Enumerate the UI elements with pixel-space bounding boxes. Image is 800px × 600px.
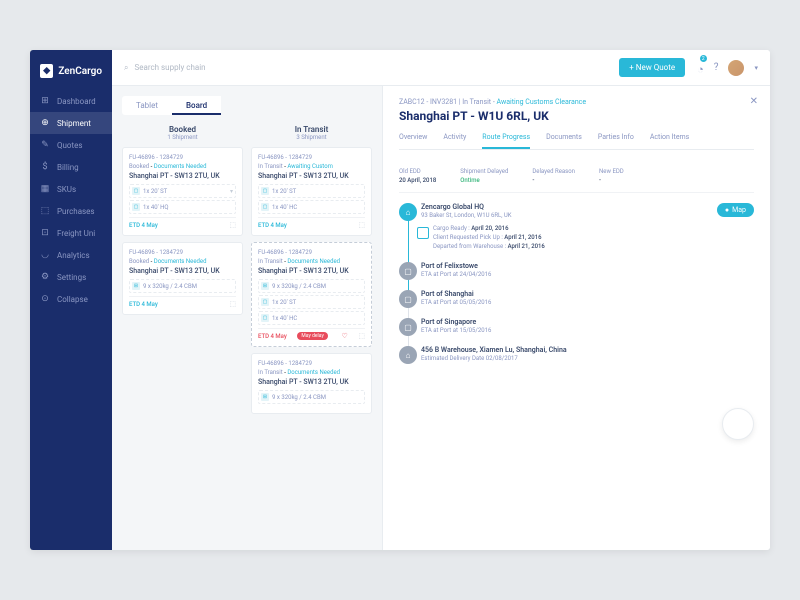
shipment-card[interactable]: FU-46896 - 1284729 In Transit - Document… bbox=[251, 353, 372, 414]
view-tabs: Tablet Board bbox=[122, 96, 221, 115]
lock-icon: ⬚ bbox=[358, 221, 365, 229]
skus-icon: ▦ bbox=[40, 184, 50, 194]
main: ⌕ Search supply chain + New Quote ◔ 2 ? … bbox=[112, 50, 770, 550]
dtab-overview[interactable]: Overview bbox=[399, 133, 427, 149]
help-icon[interactable]: ? bbox=[714, 62, 719, 73]
freight-icon: ⊡ bbox=[40, 228, 50, 238]
shipment-card[interactable]: FU-46896 - 1284729 Booked - Documents Ne… bbox=[122, 242, 243, 315]
close-icon[interactable]: ✕ bbox=[750, 96, 758, 107]
dtab-route[interactable]: Route Progress bbox=[482, 133, 530, 149]
timeline-item: ⌂ Zencargo Global HQ 93 Baker St, London… bbox=[421, 203, 754, 250]
tab-board[interactable]: Board bbox=[172, 96, 221, 115]
search-input[interactable]: ⌕ Search supply chain bbox=[124, 63, 619, 73]
container-icon: ▢ bbox=[261, 203, 269, 211]
delay-pill: May delay bbox=[297, 332, 327, 340]
lock-icon: ⬚ bbox=[229, 300, 236, 308]
timeline: ⌂ Zencargo Global HQ 93 Baker St, London… bbox=[399, 203, 754, 362]
timeline-wrap: ●Map ⌂ Zencargo Global HQ 93 Baker St, L… bbox=[399, 203, 754, 362]
box-icon: ⊞ bbox=[132, 282, 140, 290]
bell-icon: ◔ bbox=[697, 63, 704, 76]
analytics-icon: ◡ bbox=[40, 250, 50, 260]
nav-analytics[interactable]: ◡Analytics bbox=[30, 244, 112, 266]
container-icon: ▢ bbox=[261, 298, 269, 306]
dtab-activity[interactable]: Activity bbox=[443, 133, 466, 149]
collapse-icon: ⊙ bbox=[40, 294, 50, 304]
logo-icon: ◆ bbox=[40, 64, 53, 78]
column-booked: Booked 1 Shipment FU-46896 - 1284729 Boo… bbox=[122, 125, 243, 420]
avatar[interactable] bbox=[728, 60, 744, 76]
quotes-icon: ✎ bbox=[40, 140, 50, 150]
dashboard-icon: ⊞ bbox=[40, 96, 50, 106]
dtab-parties[interactable]: Parties Info bbox=[598, 133, 634, 149]
nav-dashboard[interactable]: ⊞Dashboard bbox=[30, 90, 112, 112]
topbar-actions: ◔ 2 ? ▾ bbox=[697, 58, 758, 77]
port-icon: ▢ bbox=[399, 290, 417, 308]
chevron-down-icon[interactable]: ▾ bbox=[754, 64, 758, 72]
notifications-button[interactable]: ◔ 2 bbox=[697, 58, 704, 77]
billing-icon: $ bbox=[40, 162, 50, 172]
search-icon: ⌕ bbox=[124, 63, 128, 73]
topbar: ⌕ Search supply chain + New Quote ◔ 2 ? … bbox=[112, 50, 770, 86]
brand-name: ZenCargo bbox=[58, 66, 102, 77]
detail-title: Shanghai PT - W1U 6RL, UK bbox=[399, 109, 754, 123]
lock-icon: ⬚ bbox=[229, 221, 236, 229]
settings-icon: ⚙ bbox=[40, 272, 50, 282]
container-icon: ▢ bbox=[132, 203, 140, 211]
new-quote-button[interactable]: + New Quote bbox=[619, 58, 685, 77]
nav-quotes[interactable]: ✎Quotes bbox=[30, 134, 112, 156]
nav-skus[interactable]: ▦SKUs bbox=[30, 178, 112, 200]
nav-purchases[interactable]: ⬚Purchases bbox=[30, 200, 112, 222]
nav-billing[interactable]: $Billing bbox=[30, 156, 112, 178]
timeline-item: ▢ Port of Felixstowe ETA at Port at 24/0… bbox=[421, 262, 754, 278]
detail-tabs: Overview Activity Route Progress Documen… bbox=[399, 133, 754, 150]
info-row: Old EDD20 April, 2018 Shipment DelayedOn… bbox=[399, 160, 754, 193]
shipment-card[interactable]: FU-46896 - 1284729 In Transit - Awaiting… bbox=[251, 147, 372, 236]
tab-tablet[interactable]: Tablet bbox=[122, 96, 172, 115]
timeline-item: ▢ Port of Singapore ETA at Port at 15/05… bbox=[421, 318, 754, 334]
timeline-item: ▢ Port of Shanghai ETA at Port at 05/05/… bbox=[421, 290, 754, 306]
warehouse-icon: ⌂ bbox=[399, 346, 417, 364]
shipment-card[interactable]: FU-46896 - 1284729 In Transit - Document… bbox=[251, 242, 372, 347]
warehouse-icon: ⌂ bbox=[399, 203, 417, 221]
container-icon: ▢ bbox=[132, 187, 140, 195]
dtab-documents[interactable]: Documents bbox=[546, 133, 582, 149]
breadcrumb: ZABC12 - INV3281 | In Transit - Awaiting… bbox=[399, 98, 754, 106]
nav-settings[interactable]: ⚙Settings bbox=[30, 266, 112, 288]
nav-collapse[interactable]: ⊙Collapse bbox=[30, 288, 112, 310]
logo[interactable]: ◆ ZenCargo bbox=[30, 60, 112, 90]
sidebar: ◆ ZenCargo ⊞Dashboard ⊕Shipment ✎Quotes … bbox=[30, 50, 112, 550]
port-icon: ▢ bbox=[399, 318, 417, 336]
detail-panel: ✕ ZABC12 - INV3281 | In Transit - Awaiti… bbox=[382, 86, 770, 550]
container-icon: ▢ bbox=[261, 187, 269, 195]
column-header: In Transit 3 Shipment bbox=[251, 125, 372, 141]
heart-icon[interactable]: ♡ bbox=[341, 332, 347, 340]
dtab-actions[interactable]: Action Items bbox=[650, 133, 689, 149]
app-window: ◆ ZenCargo ⊞Dashboard ⊕Shipment ✎Quotes … bbox=[30, 50, 770, 550]
lock-icon: ⬚ bbox=[358, 332, 365, 340]
nav-shipment[interactable]: ⊕Shipment bbox=[30, 112, 112, 134]
shipment-card[interactable]: FU-46896 - 1284729 Booked - Documents Ne… bbox=[122, 147, 243, 236]
box-icon: ⊞ bbox=[261, 282, 269, 290]
fab-button[interactable] bbox=[722, 408, 754, 440]
container-icon: ▢ bbox=[261, 314, 269, 322]
content: Tablet Board Booked 1 Shipment FU-46896 … bbox=[112, 86, 770, 550]
shipment-icon: ⊕ bbox=[40, 118, 50, 128]
notif-badge: 2 bbox=[700, 55, 707, 62]
timeline-item: ⌂ 456 B Warehouse, Xiamen Lu, Shanghai, … bbox=[421, 346, 754, 362]
port-icon: ▢ bbox=[399, 262, 417, 280]
column-transit: In Transit 3 Shipment FU-46896 - 1284729… bbox=[251, 125, 372, 420]
board-panel: Tablet Board Booked 1 Shipment FU-46896 … bbox=[112, 86, 382, 550]
column-header: Booked 1 Shipment bbox=[122, 125, 243, 141]
box-icon: ⊞ bbox=[261, 393, 269, 401]
purchases-icon: ⬚ bbox=[40, 206, 50, 216]
board-columns: Booked 1 Shipment FU-46896 - 1284729 Boo… bbox=[122, 125, 372, 420]
nav-freight[interactable]: ⊡Freight Uni bbox=[30, 222, 112, 244]
